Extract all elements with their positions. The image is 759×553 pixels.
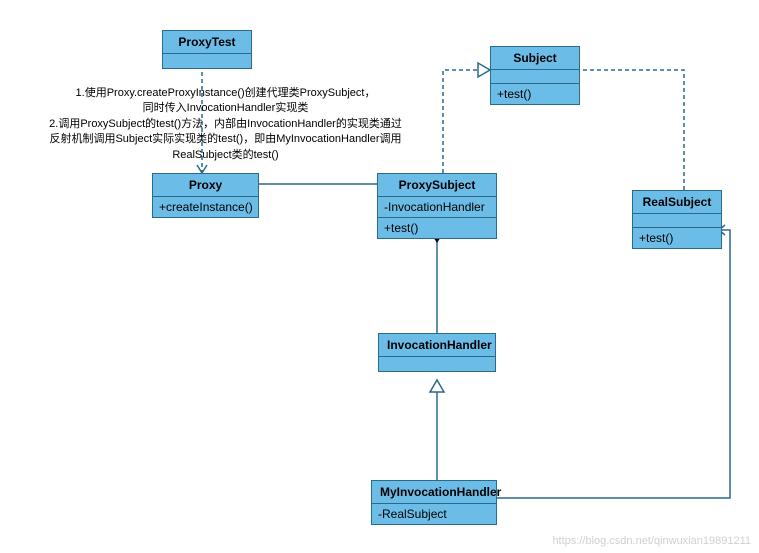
class-subject: Subject +test()	[490, 46, 580, 105]
class-attrs	[491, 70, 579, 84]
class-proxy: Proxy +createInstance()	[152, 173, 259, 218]
class-attrs	[379, 357, 495, 371]
note-line-3: 2.调用ProxySubject的test()方法，内部由InvocationH…	[28, 117, 423, 132]
class-title: Proxy	[153, 174, 258, 197]
connectors-layer	[0, 0, 759, 553]
class-title: ProxyTest	[163, 31, 251, 54]
class-invocationhandler: InvocationHandler	[378, 333, 496, 372]
note-line-4: 反射机制调用Subject实际实现类的test()，即由MyInvocation…	[28, 132, 423, 147]
note-line-5: RealSubject类的test()	[28, 148, 423, 163]
class-methods: +createInstance()	[153, 197, 258, 217]
class-attrs: -RealSubject	[372, 504, 496, 524]
note-line-1: 1.使用Proxy.createProxyInstance()创建代理类Prox…	[28, 86, 423, 101]
class-title: InvocationHandler	[379, 334, 495, 357]
class-attrs	[163, 54, 251, 68]
watermark-text: https://blog.csdn.net/qinwuxian19891211	[552, 535, 751, 547]
class-methods: +test()	[378, 218, 496, 238]
class-proxysubject: ProxySubject -InvocationHandler +test()	[377, 173, 497, 239]
class-attrs	[633, 214, 721, 228]
class-title: Subject	[491, 47, 579, 70]
class-proxytest: ProxyTest	[162, 30, 252, 69]
class-attrs: -InvocationHandler	[378, 197, 496, 218]
class-title: RealSubject	[633, 191, 721, 214]
class-title: ProxySubject	[378, 174, 496, 197]
class-methods: +test()	[491, 84, 579, 104]
annotation-text: 1.使用Proxy.createProxyInstance()创建代理类Prox…	[28, 86, 423, 163]
class-methods: +test()	[633, 228, 721, 248]
note-line-2: 同时传入InvocationHandler实现类	[28, 101, 423, 116]
class-realsubject: RealSubject +test()	[632, 190, 722, 249]
class-title: MyInvocationHandler	[372, 481, 496, 504]
class-myinvocationhandler: MyInvocationHandler -RealSubject	[371, 480, 497, 525]
